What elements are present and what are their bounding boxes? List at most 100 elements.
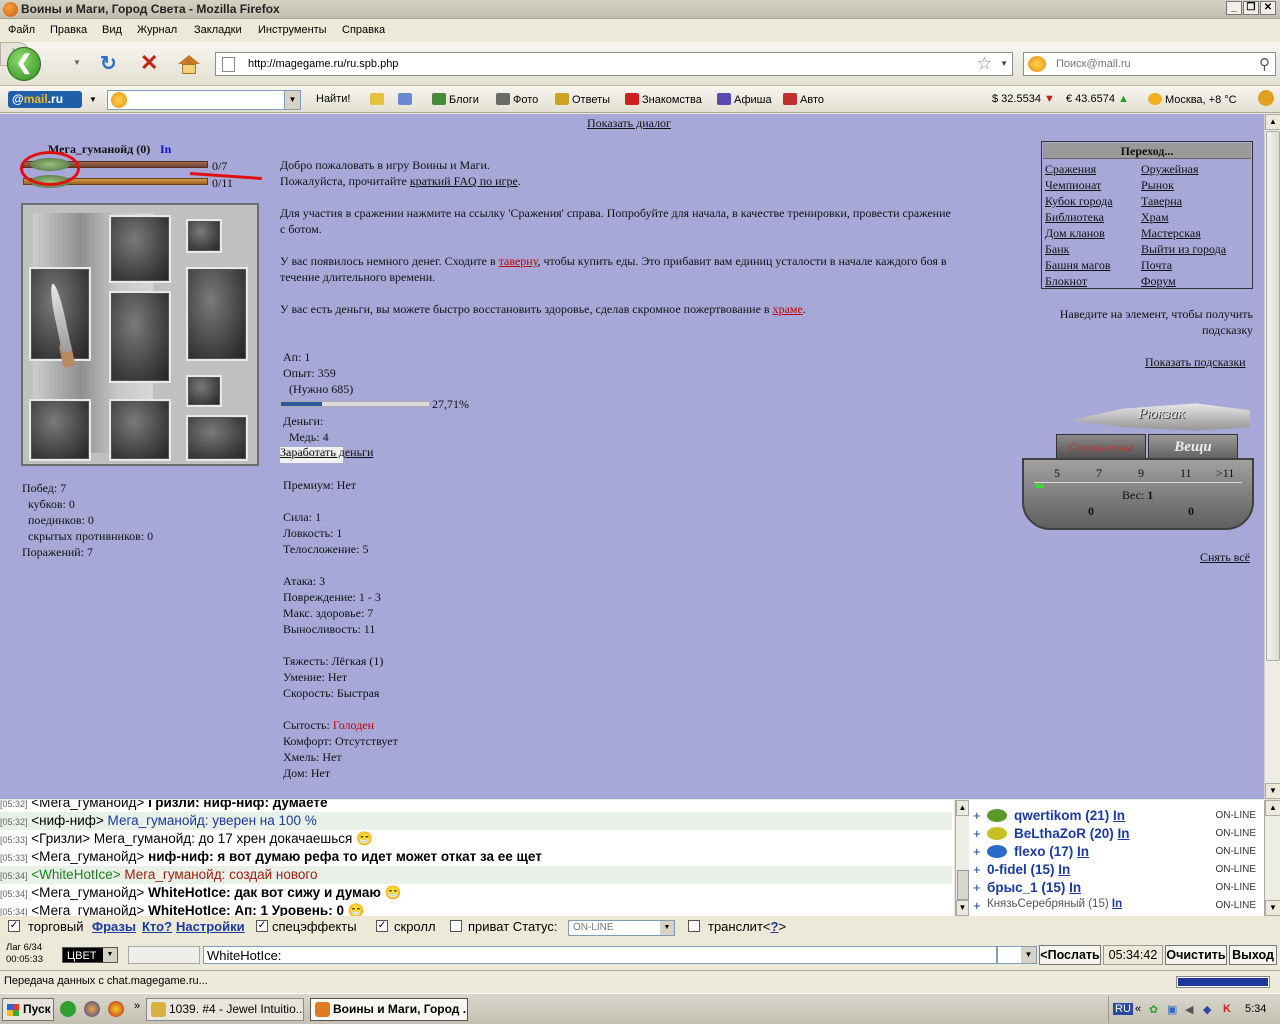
remove-all-link[interactable]: Снять всё: [1200, 550, 1250, 565]
shield-slot[interactable]: [186, 267, 248, 361]
user-row[interactable]: + брыс_1 (15) In ON-LINE: [969, 879, 1262, 897]
usd-rate[interactable]: $ 32.5534 ▼: [992, 93, 1055, 105]
auto-link[interactable]: Авто: [783, 93, 824, 106]
private-checkbox[interactable]: [450, 920, 462, 932]
language-indicator[interactable]: RU: [1113, 1003, 1133, 1015]
user-row[interactable]: +0-fidel (15) In ON-LINE: [969, 861, 1262, 879]
expand-icon[interactable]: +: [973, 898, 981, 913]
mailru-search-field[interactable]: ▼: [107, 90, 301, 110]
chat-scroll-up-icon[interactable]: ▲: [956, 800, 969, 816]
exit-button[interactable]: Выход: [1229, 945, 1277, 965]
goto-left-link-7[interactable]: Блокнот: [1045, 273, 1113, 289]
chat-nick[interactable]: <Мега_гуманойд>: [31, 885, 144, 900]
chat-scroll-thumb[interactable]: [957, 870, 969, 900]
menu-tools[interactable]: Инструменты: [258, 24, 327, 36]
mailru-logo[interactable]: @mail.ru: [8, 91, 82, 108]
search-icon[interactable]: ⚲: [1259, 55, 1270, 73]
user-row[interactable]: + qwertikom (21) In ON-LINE: [969, 807, 1262, 825]
show-dialog-link[interactable]: Показать диалог: [587, 116, 671, 131]
weapon-slot-knife[interactable]: [29, 267, 91, 361]
user-info-link[interactable]: In: [1077, 844, 1089, 859]
search-bar[interactable]: ⚲: [1023, 52, 1276, 76]
maximize-button[interactable]: ❐: [1243, 1, 1259, 15]
url-dropdown-icon[interactable]: ▼: [1000, 59, 1008, 68]
amulet-slot[interactable]: [186, 219, 222, 253]
scroll-thumb[interactable]: [1266, 131, 1280, 661]
stop-icon[interactable]: ✕: [140, 52, 160, 75]
menu-history[interactable]: Журнал: [137, 24, 177, 36]
icq-tray-icon[interactable]: ✿: [1149, 1003, 1158, 1016]
network-tray-icon[interactable]: ▣: [1167, 1003, 1177, 1016]
earn-money-link[interactable]: Заработать деньги: [280, 445, 373, 460]
popup-icon[interactable]: [398, 93, 415, 106]
eur-rate[interactable]: € 43.6574 ▲: [1066, 93, 1129, 105]
user-name[interactable]: 0-fidel (15) In: [987, 862, 1070, 877]
mailru-find-button[interactable]: Найти!: [316, 93, 350, 105]
translit-checkbox[interactable]: [688, 920, 700, 932]
settings-link[interactable]: Настройки: [176, 919, 245, 934]
goto-left-link-3[interactable]: Библиотека: [1045, 209, 1113, 225]
afisha-link[interactable]: Афиша: [717, 93, 772, 106]
scroll-down-icon[interactable]: ▼: [1265, 783, 1280, 799]
menu-view[interactable]: Вид: [102, 24, 122, 36]
show-hints-link[interactable]: Показать подсказки: [1145, 355, 1246, 370]
effects-checkbox[interactable]: ✓: [256, 920, 268, 932]
chat-log[interactable]: [05:32] <Мега_гуманойд> Гризли: ниф-ниф:…: [0, 800, 954, 916]
reload-icon[interactable]: ↻: [100, 54, 120, 75]
chevron-down-icon[interactable]: ▼: [660, 921, 674, 935]
user-name[interactable]: qwertikom (21) In: [1014, 808, 1125, 823]
users-scrollbar[interactable]: ▲ ▼: [1264, 800, 1280, 916]
goto-left-link-6[interactable]: Башня магов: [1045, 257, 1113, 273]
chat-scroll-down-icon[interactable]: ▼: [956, 900, 969, 916]
user-info-link[interactable]: In: [1113, 808, 1125, 823]
goto-left-link-5[interactable]: Банк: [1045, 241, 1113, 257]
users-scroll-down-icon[interactable]: ▼: [1265, 900, 1280, 916]
scroll-up-icon[interactable]: ▲: [1265, 114, 1280, 130]
expand-icon[interactable]: +: [973, 862, 981, 877]
menu-help[interactable]: Справка: [342, 24, 385, 36]
goto-right-link-7[interactable]: Форум: [1141, 273, 1226, 289]
expand-icon[interactable]: +: [973, 880, 981, 895]
expand-icon[interactable]: +: [973, 844, 981, 859]
start-button[interactable]: Пуск: [2, 998, 54, 1021]
character-info-link[interactable]: In: [160, 142, 171, 157]
close-button[interactable]: ✕: [1260, 1, 1276, 15]
temple-link[interactable]: храме: [773, 302, 803, 316]
tray-more-icon[interactable]: «: [1135, 1003, 1141, 1015]
quicklaunch-icq-icon[interactable]: [60, 1001, 76, 1017]
trade-checkbox[interactable]: ✓: [8, 920, 20, 932]
user-name[interactable]: BeLthaZoR (20) In: [1014, 826, 1130, 841]
chat-nick[interactable]: <Мега_гуманойд>: [31, 903, 144, 916]
back-button[interactable]: ❮: [7, 47, 41, 81]
goto-left-link-2[interactable]: Кубок города: [1045, 193, 1113, 209]
armor-slot[interactable]: [109, 291, 171, 383]
menu-file[interactable]: Файл: [8, 24, 35, 36]
chat-nick[interactable]: <Гризли>: [31, 831, 90, 846]
highlight-icon[interactable]: [370, 93, 387, 106]
phrases-link[interactable]: Фразы: [92, 919, 136, 934]
user-info-link[interactable]: In: [1058, 862, 1070, 877]
user-row[interactable]: + BeLthaZoR (20) In ON-LINE: [969, 825, 1262, 843]
quicklaunch-opera-icon[interactable]: [108, 1001, 124, 1017]
mailru-search-dropdown-icon[interactable]: ▼: [284, 91, 300, 109]
expand-icon[interactable]: +: [973, 826, 981, 841]
chat-nick[interactable]: <Мега_гуманойд>: [31, 849, 144, 864]
ring-slot[interactable]: [186, 375, 222, 407]
menu-bookmarks[interactable]: Закладки: [194, 24, 242, 36]
color-select[interactable]: ЦВЕТ ▼: [62, 947, 118, 963]
antivirus-tray-icon[interactable]: K: [1223, 1003, 1231, 1015]
chat-nick[interactable]: <ниф-ниф>: [31, 813, 103, 828]
bookmark-star-icon[interactable]: ☆: [977, 54, 992, 74]
chat-nick[interactable]: <Мега_гуманойд>: [31, 800, 144, 810]
message-prefix-field[interactable]: [128, 946, 200, 964]
user-name[interactable]: КнязьСеребряный (15) In: [987, 898, 1122, 910]
user-name[interactable]: брыс_1 (15) In: [987, 880, 1081, 895]
goto-right-link-0[interactable]: Оружейная: [1141, 161, 1226, 177]
goto-left-link-0[interactable]: Сражения: [1045, 161, 1113, 177]
send-button[interactable]: <Послать: [1039, 945, 1101, 965]
goto-right-link-6[interactable]: Почта: [1141, 257, 1226, 273]
faq-link[interactable]: краткий FAQ по игре: [410, 174, 518, 188]
menu-edit[interactable]: Правка: [50, 24, 87, 36]
quicklaunch-more-icon[interactable]: »: [134, 1000, 140, 1012]
message-history-select[interactable]: ▼: [997, 946, 1037, 964]
